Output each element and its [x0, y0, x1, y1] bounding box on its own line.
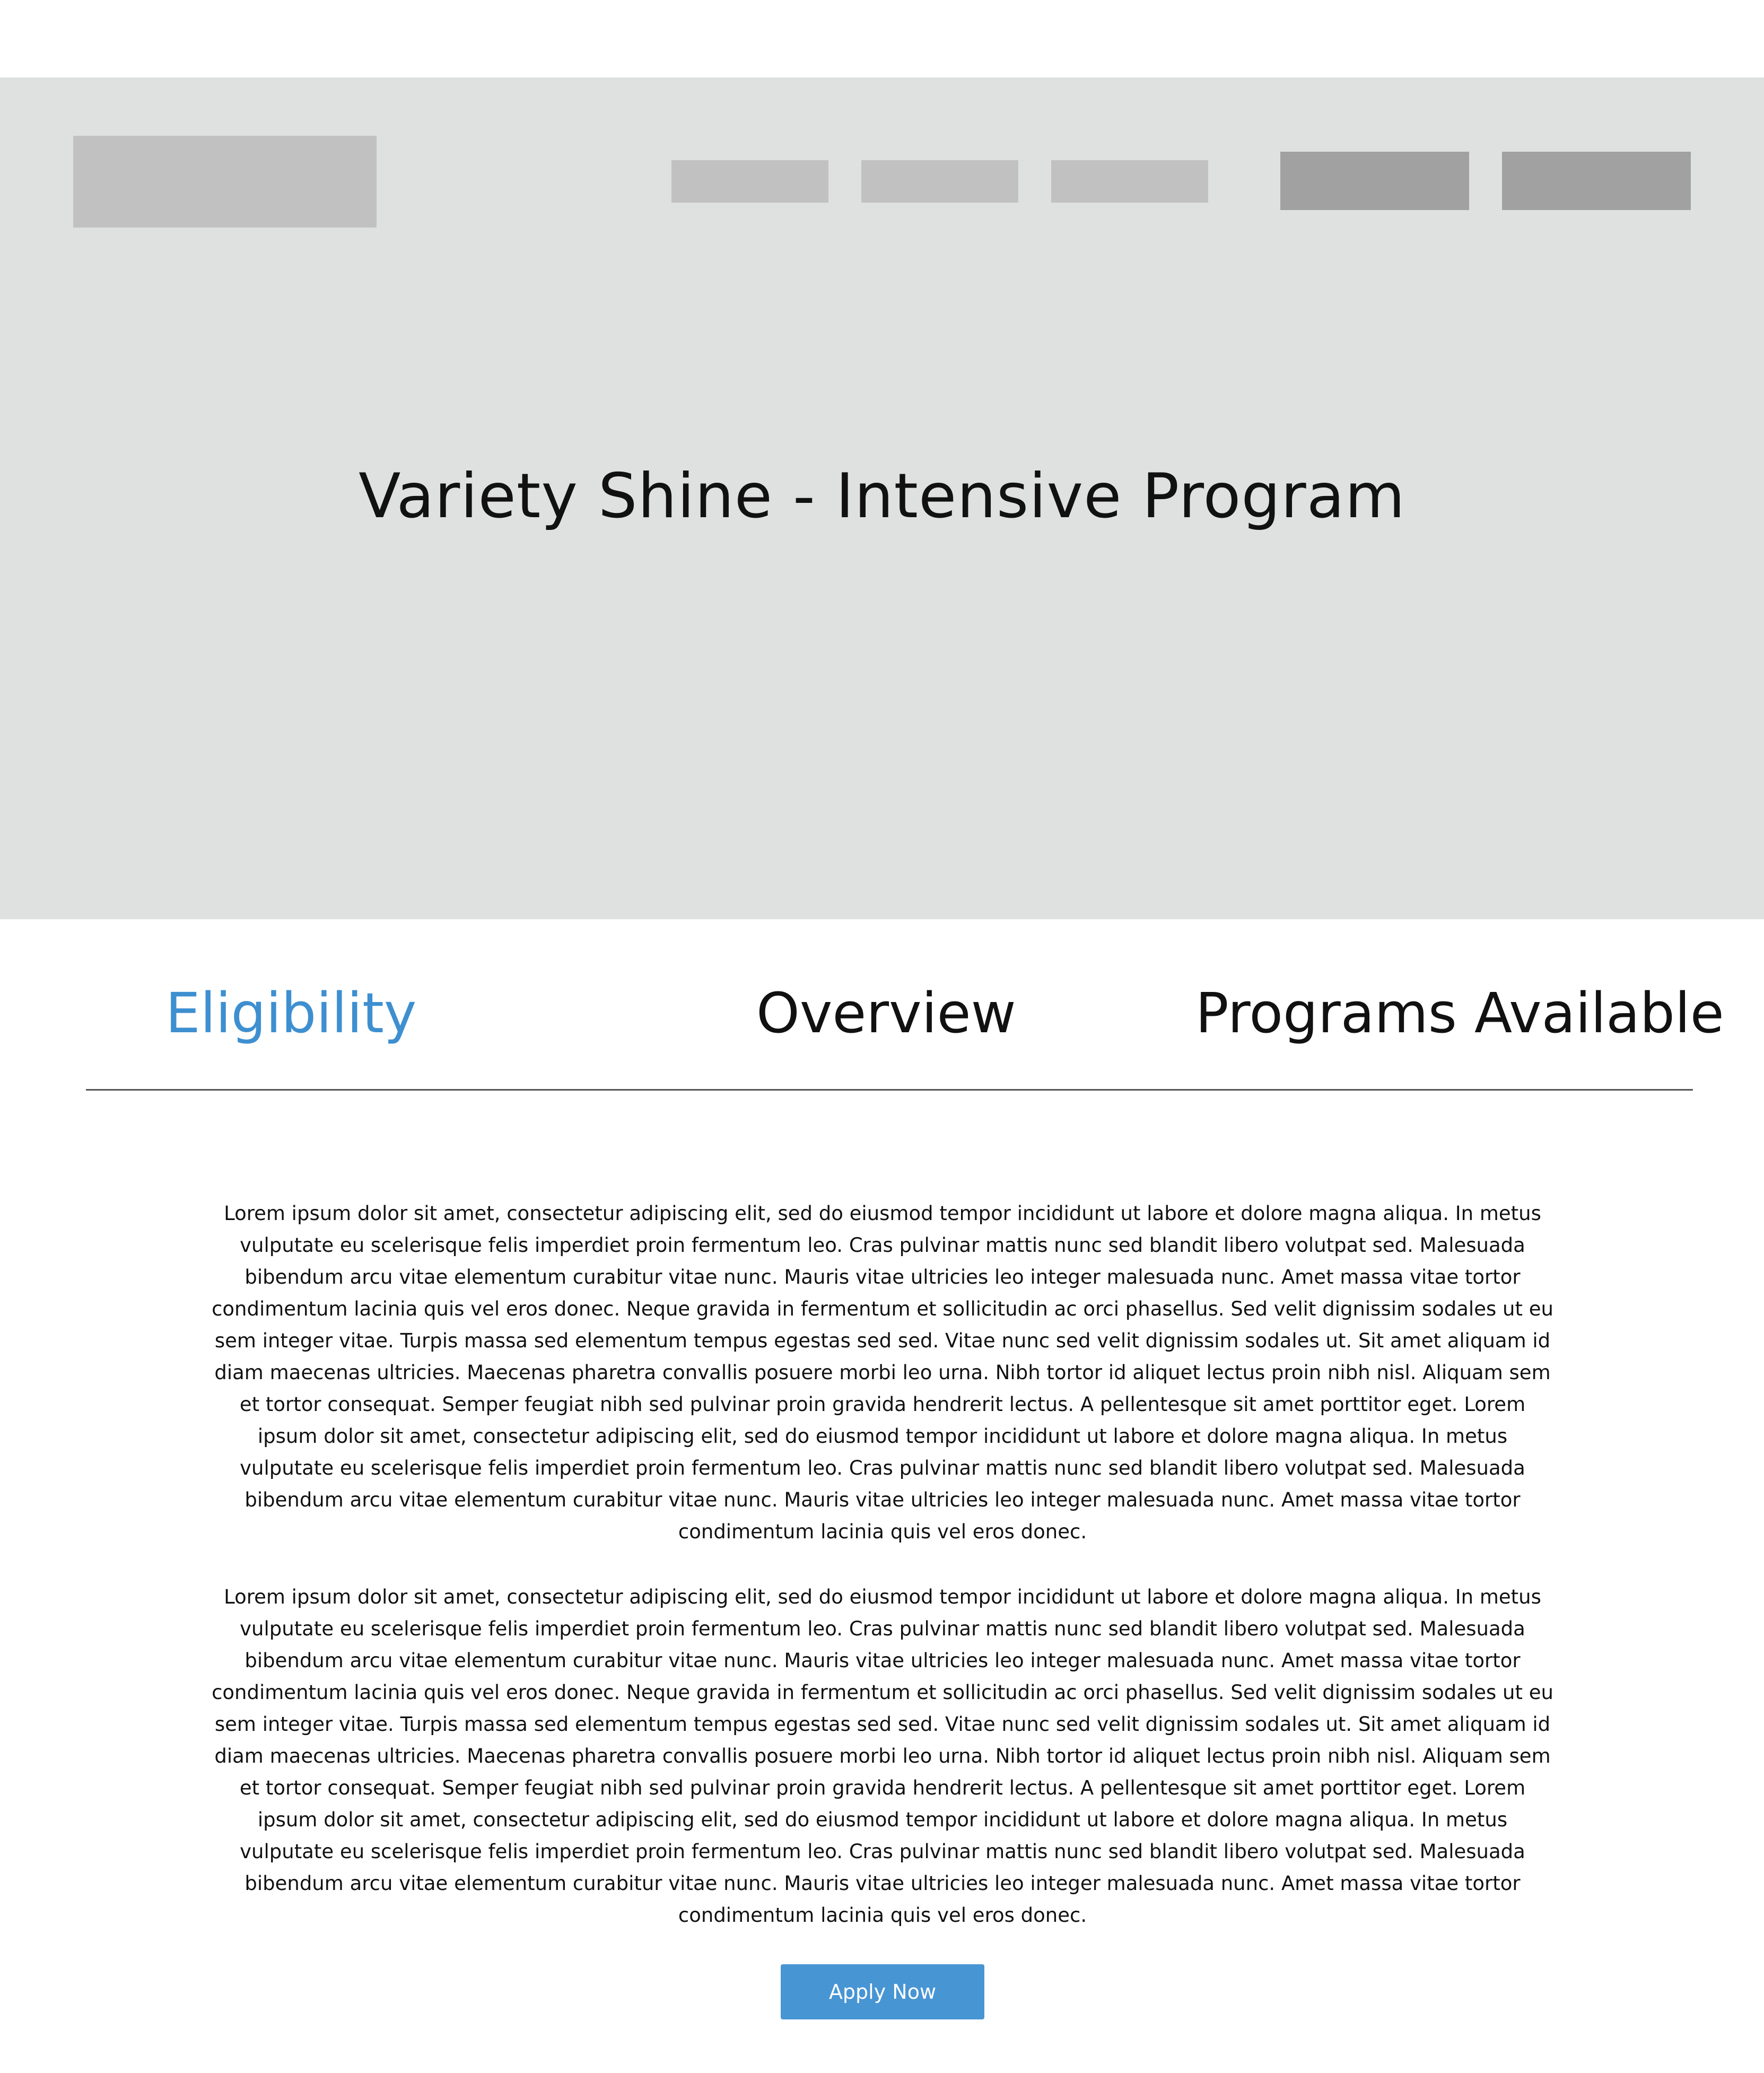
- apply-now-button[interactable]: Apply Now: [781, 1964, 984, 2019]
- nav-link-placeholder-2[interactable]: [861, 160, 1018, 203]
- tab-divider: [86, 1089, 1693, 1091]
- nav-link-placeholder-3[interactable]: [1051, 160, 1208, 203]
- tab-overview[interactable]: Overview: [756, 979, 1016, 1048]
- tab-eligibility[interactable]: Eligibility: [165, 979, 416, 1048]
- content-paragraph-1: Lorem ipsum dolor sit amet, consectetur …: [212, 1202, 1553, 1543]
- tab-programs-available[interactable]: Programs Available: [1195, 979, 1724, 1048]
- header-button-placeholder-2[interactable]: [1502, 152, 1691, 210]
- logo-placeholder[interactable]: [73, 136, 377, 228]
- content-paragraph-2: Lorem ipsum dolor sit amet, consectetur …: [212, 1586, 1553, 1927]
- hero-section: Variety Shine - Intensive Program: [0, 77, 1764, 919]
- hero-title: Variety Shine - Intensive Program: [359, 460, 1405, 532]
- header-button-placeholder-1[interactable]: [1280, 152, 1469, 210]
- nav-link-placeholder-1[interactable]: [671, 160, 828, 203]
